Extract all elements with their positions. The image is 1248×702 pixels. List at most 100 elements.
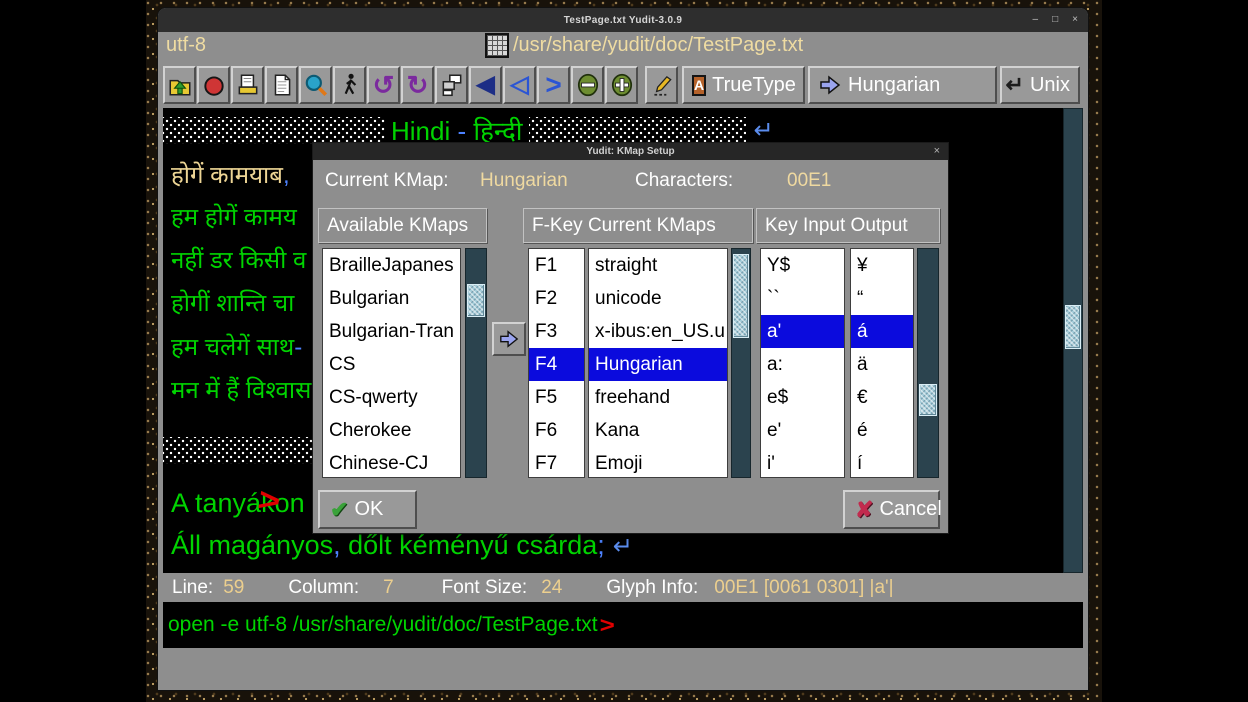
heading-row: Hindi - हिन्दी ↵	[163, 113, 1063, 147]
nav-first-button[interactable]: ◀	[469, 66, 502, 104]
list-item[interactable]: x-ibus:en_US.u	[589, 315, 727, 348]
undo-button[interactable]: ↺	[367, 66, 400, 104]
line-ending-button[interactable]: ↵ Unix	[1000, 66, 1080, 104]
list-item[interactable]: Bulgarian-Tran	[323, 315, 460, 348]
list-item[interactable]: CS	[323, 348, 460, 381]
list-item[interactable]: Bulgarian	[323, 282, 460, 315]
list-item[interactable]: F6	[529, 414, 584, 447]
list-item[interactable]: Y$	[761, 249, 844, 282]
key-output-list[interactable]: ¥ “ á ä € é í	[850, 248, 914, 478]
list-item[interactable]: Emoji	[589, 447, 727, 478]
redo-icon: ↻	[407, 72, 429, 98]
list-item[interactable]: unicode	[589, 282, 727, 315]
heading-devanagari: हिन्दी	[473, 116, 522, 146]
list-item[interactable]: €	[851, 381, 913, 414]
current-kmaps-list[interactable]: straight unicode x-ibus:en_US.u Hungaria…	[588, 248, 728, 478]
text-line: Áll magányos, dőlt kéményű csárda;↵	[171, 530, 633, 561]
list-item[interactable]: e'	[761, 414, 844, 447]
list-item[interactable]: i'	[761, 447, 844, 478]
open-file-button[interactable]	[163, 66, 196, 104]
truetype-a-icon: A	[692, 75, 706, 96]
available-kmaps-list[interactable]: BrailleJapanes Bulgarian Bulgarian-Tran …	[322, 248, 461, 478]
fkey-list[interactable]: F1 F2 F3 F4 F5 F6 F7	[528, 248, 585, 478]
kmap-button-label: Hungarian	[848, 74, 940, 97]
dialog-close-button[interactable]: ×	[934, 145, 940, 157]
header-bar: utf-8 /usr/share/yudit/doc/TestPage.txt	[158, 32, 1088, 62]
zoom-in-button[interactable]	[605, 66, 638, 104]
go-button[interactable]	[333, 66, 366, 104]
scrollbar-thumb[interactable]	[919, 384, 937, 416]
text-line: होगें कामयाब,	[171, 158, 290, 191]
dialog-titlebar[interactable]: Yudit: KMap Setup	[313, 143, 948, 160]
glyphinfo-label: Glyph Info:	[606, 577, 698, 599]
record-icon	[201, 72, 227, 98]
zoom-out-button[interactable]	[571, 66, 604, 104]
fkey-kmaps-scrollbar[interactable]	[731, 248, 751, 478]
nav-next-button[interactable]: >	[537, 66, 570, 104]
scrollbar-thumb[interactable]	[1065, 305, 1081, 349]
list-item[interactable]: F3	[529, 315, 584, 348]
list-item[interactable]: F7	[529, 447, 584, 478]
redo-button[interactable]: ↻	[401, 66, 434, 104]
list-item[interactable]: Chinese-CJ	[323, 447, 460, 478]
key-input-list[interactable]: Y$ `` a' a: e$ e' i'	[760, 248, 845, 478]
kmap-button[interactable]: Hungarian	[808, 66, 997, 104]
list-item[interactable]: ``	[761, 282, 844, 315]
font-engine-button[interactable]: A TrueType	[682, 66, 805, 104]
font-engine-label: TrueType	[712, 74, 796, 97]
check-icon: ✔	[330, 497, 348, 523]
list-item[interactable]: ä	[851, 348, 913, 381]
print-button[interactable]	[231, 66, 264, 104]
window-controls: – □ ×	[1033, 8, 1078, 32]
list-item[interactable]: e$	[761, 381, 844, 414]
list-item[interactable]: F5	[529, 381, 584, 414]
list-item[interactable]: straight	[589, 249, 727, 282]
keymap-scrollbar[interactable]	[917, 248, 939, 478]
command-cursor: >	[600, 612, 615, 638]
available-kmaps-scrollbar[interactable]	[465, 248, 487, 478]
line-ending-label: Unix	[1030, 74, 1070, 97]
list-item[interactable]: a:	[761, 348, 844, 381]
cancel-button[interactable]: ✘ Cancel	[843, 490, 940, 529]
kmap-setup-dialog: Yudit: KMap Setup × Current KMap: Hungar…	[313, 143, 948, 533]
list-item[interactable]: “	[851, 282, 913, 315]
editor-vertical-scrollbar[interactable]	[1063, 108, 1083, 573]
edit-mode-button[interactable]	[645, 66, 678, 104]
list-item[interactable]: í	[851, 447, 913, 478]
list-item[interactable]: CS-qwerty	[323, 381, 460, 414]
chevron-right-icon: >	[545, 71, 561, 99]
list-item[interactable]: Cherokee	[323, 414, 460, 447]
list-item[interactable]: F1	[529, 249, 584, 282]
list-item[interactable]: freehand	[589, 381, 727, 414]
triangle-left-outline-icon: ◁	[510, 73, 528, 97]
list-item[interactable]: Kana	[589, 414, 727, 447]
list-item[interactable]: é	[851, 414, 913, 447]
ok-button[interactable]: ✔ OK	[318, 490, 417, 529]
minimize-button[interactable]: –	[1033, 15, 1039, 25]
list-item[interactable]: BrailleJapanes	[323, 249, 460, 282]
nav-prev-button[interactable]: ◁	[503, 66, 536, 104]
scrollbar-thumb[interactable]	[733, 254, 749, 338]
list-item-selected[interactable]: á	[851, 315, 913, 348]
document-button[interactable]	[265, 66, 298, 104]
list-item-selected[interactable]: F4	[529, 348, 584, 381]
text-line: मन में हैं विश्वास	[171, 373, 311, 406]
window-list-button[interactable]	[435, 66, 468, 104]
dotted-fill	[529, 117, 746, 144]
maximize-button[interactable]: □	[1052, 15, 1058, 25]
column-label: Column:	[288, 577, 359, 599]
list-item[interactable]: ¥	[851, 249, 913, 282]
record-button[interactable]	[197, 66, 230, 104]
close-button[interactable]: ×	[1072, 15, 1078, 25]
window-titlebar[interactable]: TestPage.txt Yudit-3.0.9 – □ ×	[158, 8, 1088, 32]
text-line: हम चलेगें साथ-	[171, 330, 302, 363]
list-item-selected[interactable]: a'	[761, 315, 844, 348]
walking-person-icon	[337, 72, 363, 98]
scrollbar-thumb[interactable]	[467, 284, 485, 317]
assign-kmap-button[interactable]	[492, 322, 526, 356]
command-line[interactable]: open -e utf-8 /usr/share/yudit/doc/TestP…	[163, 602, 1083, 648]
list-item[interactable]: F2	[529, 282, 584, 315]
list-item-selected[interactable]: Hungarian	[589, 348, 727, 381]
text-line: नहीं डर किसी व	[171, 243, 306, 276]
search-button[interactable]	[299, 66, 332, 104]
